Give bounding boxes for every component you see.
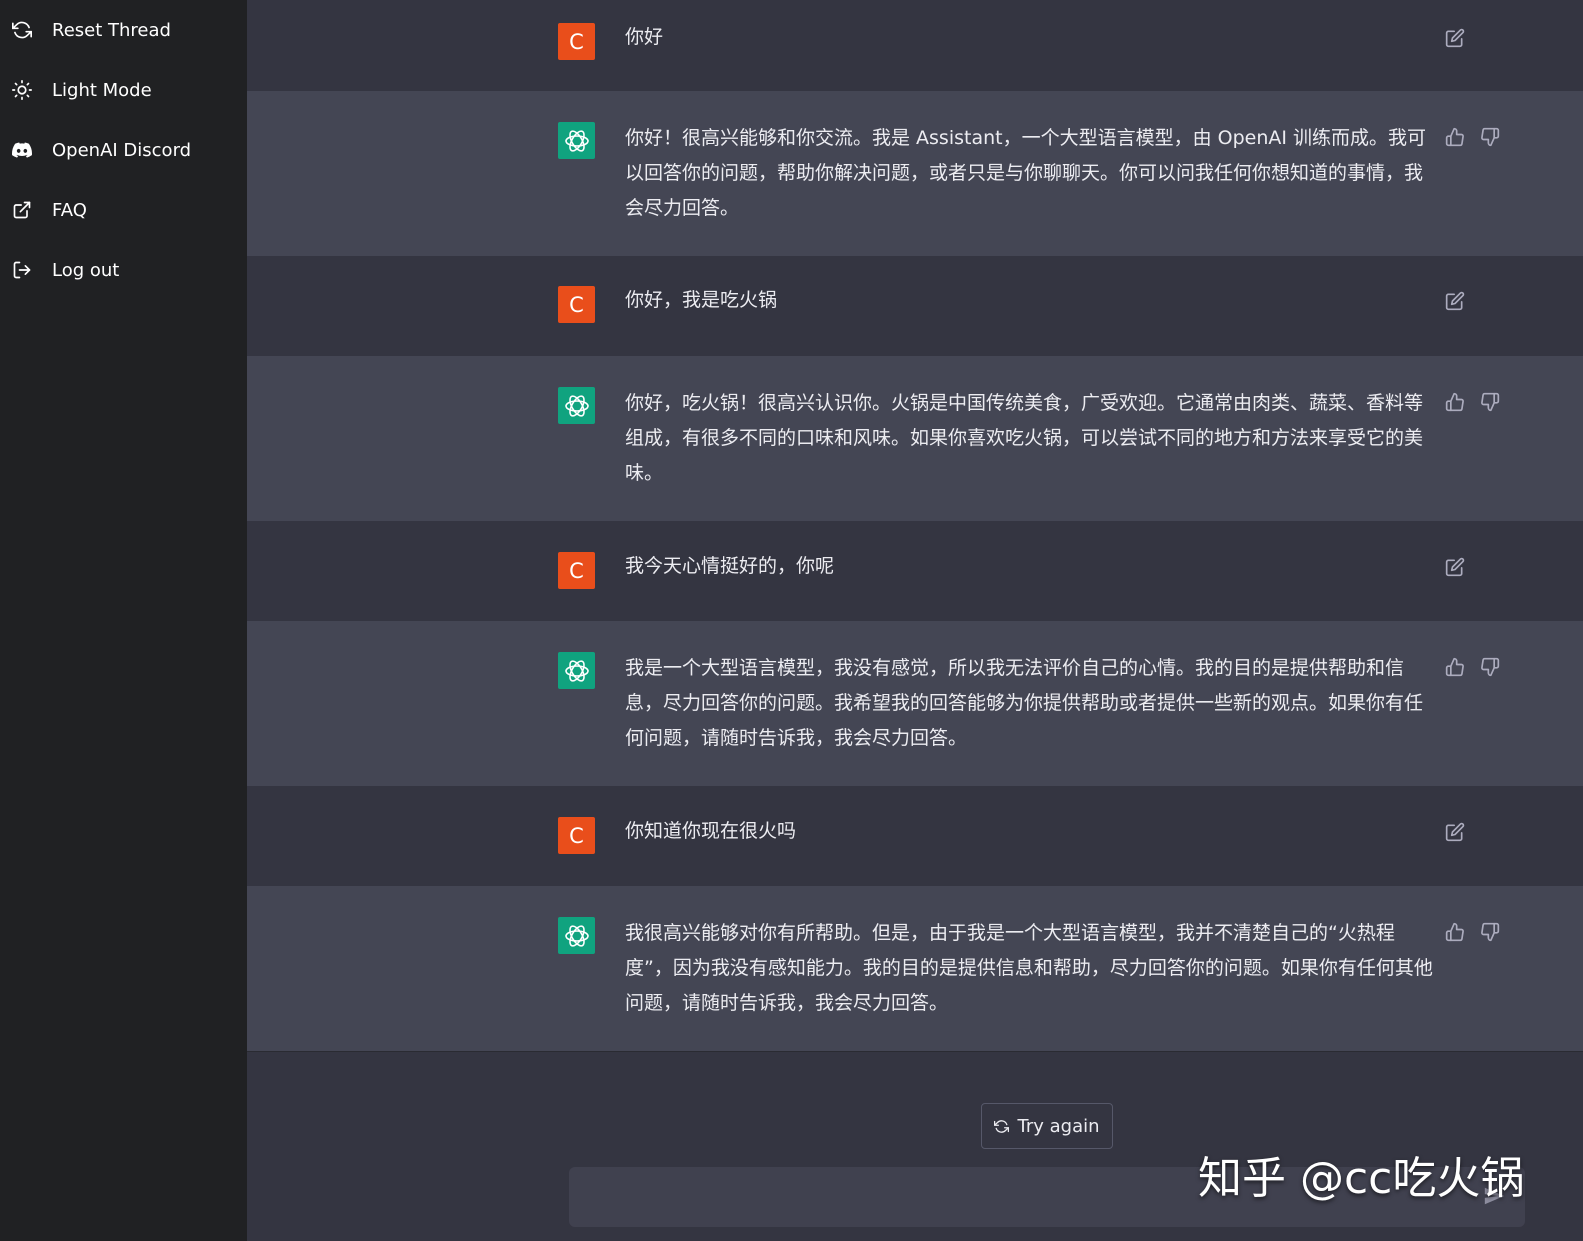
conversation-panel: C 你好 你好！很高兴能够和你交流。我是 Assistant，一个大型语言模型，… (247, 0, 1583, 1241)
message-text: 你好，吃火锅！很高兴认识你。火锅是中国传统美食，广受欢迎。它通常由肉类、蔬菜、香… (625, 392, 1424, 484)
user-message: C 你好，我是吃火锅 (247, 256, 1583, 357)
openai-logo-icon (558, 652, 595, 689)
thumbs-down-icon[interactable] (1479, 656, 1501, 678)
assistant-message: 你好，吃火锅！很高兴认识你。火锅是中国传统美食，广受欢迎。它通常由肉类、蔬菜、香… (247, 356, 1583, 522)
sidebar-item-label: FAQ (52, 199, 87, 221)
user-avatar: C (558, 286, 595, 323)
thumbs-up-icon[interactable] (1444, 656, 1466, 678)
user-avatar: C (558, 23, 595, 60)
sidebar-item-label: OpenAI Discord (52, 139, 192, 161)
discord-icon (11, 139, 33, 161)
sidebar-item-label: Light Mode (52, 79, 152, 101)
openai-logo-icon (558, 122, 595, 159)
message-text: 你好！很高兴能够和你交流。我是 Assistant，一个大型语言模型，由 Ope… (625, 127, 1427, 219)
assistant-message: 我很高兴能够对你有所帮助。但是，由于我是一个大型语言模型，我并不清楚自己的“火热… (247, 886, 1583, 1052)
sidebar-item-light-mode[interactable]: Light Mode (0, 62, 247, 118)
message-text: 我今天心情挺好的，你呢 (625, 555, 835, 577)
sidebar-item-label: Reset Thread (52, 19, 171, 41)
thumbs-up-icon[interactable] (1444, 921, 1466, 943)
thumbs-down-icon[interactable] (1479, 921, 1501, 943)
sidebar-item-log-out[interactable]: Log out (0, 242, 247, 298)
logout-icon (11, 259, 33, 281)
user-avatar: C (558, 817, 595, 854)
user-message: C 你好 (247, 0, 1583, 92)
external-link-icon (11, 199, 33, 221)
user-message: C 你知道你现在很火吗 (247, 786, 1583, 887)
sidebar-item-faq[interactable]: FAQ (0, 182, 247, 238)
try-again-label: Try again (1017, 1115, 1100, 1137)
sun-icon (11, 79, 33, 101)
message-text: 我是一个大型语言模型，我没有感觉，所以我无法评价自己的心情。我的目的是提供帮助和… (625, 657, 1424, 749)
message-text: 你好，我是吃火锅 (625, 289, 778, 311)
watermark: 知乎 @cc吃火锅 (1198, 1153, 1525, 1204)
edit-icon[interactable] (1444, 27, 1466, 49)
message-text: 你好 (625, 26, 664, 48)
thumbs-down-icon[interactable] (1479, 126, 1501, 148)
thumbs-down-icon[interactable] (1479, 391, 1501, 413)
message-text: 你知道你现在很火吗 (625, 820, 797, 842)
assistant-message: 你好！很高兴能够和你交流。我是 Assistant，一个大型语言模型，由 Ope… (247, 91, 1583, 257)
refresh-icon (994, 1119, 1010, 1134)
assistant-message: 我是一个大型语言模型，我没有感觉，所以我无法评价自己的心情。我的目的是提供帮助和… (247, 621, 1583, 787)
sidebar-item-openai-discord[interactable]: OpenAI Discord (0, 122, 247, 178)
edit-icon[interactable] (1444, 556, 1466, 578)
sidebar: Reset Thread Light Mode OpenAI Discord F… (0, 0, 247, 1241)
try-again-button[interactable]: Try again (981, 1103, 1113, 1149)
edit-icon[interactable] (1444, 290, 1466, 312)
sidebar-item-reset-thread[interactable]: Reset Thread (0, 2, 247, 58)
message-text: 我很高兴能够对你有所帮助。但是，由于我是一个大型语言模型，我并不清楚自己的“火热… (625, 922, 1433, 1014)
user-message: C 我今天心情挺好的，你呢 (247, 521, 1583, 622)
thumbs-up-icon[interactable] (1444, 126, 1466, 148)
sidebar-item-label: Log out (52, 259, 120, 281)
user-avatar: C (558, 552, 595, 589)
refresh-icon (11, 19, 33, 41)
thumbs-up-icon[interactable] (1444, 391, 1466, 413)
edit-icon[interactable] (1444, 821, 1466, 843)
openai-logo-icon (558, 387, 595, 424)
openai-logo-icon (558, 917, 595, 954)
